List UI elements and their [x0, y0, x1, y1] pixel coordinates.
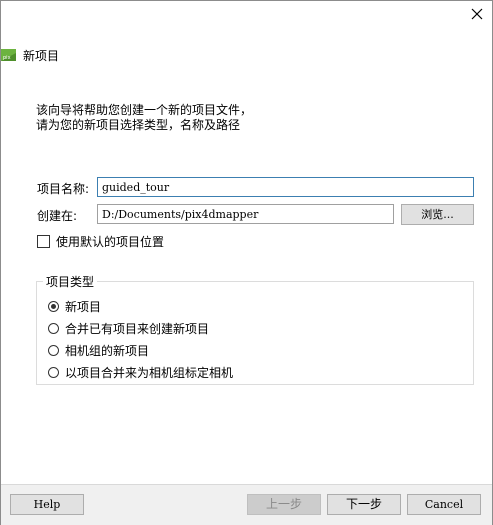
project-name-label: 项目名称: — [37, 182, 90, 196]
project-type-option-merge[interactable]: 合并已有项目来创建新项目 — [48, 320, 209, 337]
default-location-label: 使用默认的项目位置 — [56, 235, 165, 249]
default-location-checkbox[interactable] — [37, 235, 50, 248]
pix4d-app-icon: pix — [1, 47, 17, 63]
radio-button[interactable] — [48, 345, 59, 356]
location-label: 创建在: — [37, 209, 78, 223]
project-type-title: 项目类型 — [43, 273, 98, 290]
project-type-option-rig-calibration[interactable]: 以项目合并来为相机组标定相机 — [48, 364, 233, 381]
cancel-button[interactable]: Cancel — [407, 494, 481, 515]
intro-line-1: 该向导将帮助您创建一个新的项目文件， — [36, 103, 253, 117]
radio-label: 合并已有项目来创建新项目 — [65, 322, 210, 336]
dialog-footer: Help 上一步 下一步 Cancel — [1, 484, 492, 525]
wizard-title: 新项目 — [23, 48, 60, 63]
browse-button[interactable]: 浏览... — [401, 204, 474, 225]
radio-label: 相机组的新项目 — [65, 344, 150, 358]
radio-label: 以项目合并来为相机组标定相机 — [65, 366, 234, 380]
help-button[interactable]: Help — [10, 494, 84, 515]
intro-line-2: 请为您的新项目选择类型，名称及路径 — [36, 118, 241, 132]
wizard-header: pix 新项目 — [1, 46, 59, 64]
location-input[interactable] — [97, 204, 394, 224]
project-name-input[interactable] — [97, 177, 474, 197]
radio-button[interactable] — [48, 323, 59, 334]
project-type-option-camera-rig[interactable]: 相机组的新项目 — [48, 342, 149, 359]
radio-label: 新项目 — [65, 300, 102, 314]
project-type-group: 项目类型 新项目 合并已有项目来创建新项目 相机组的新项目 以项目合并来为相机组… — [36, 273, 474, 385]
new-project-dialog: pix 新项目 该向导将帮助您创建一个新的项目文件， 请为您的新项目选择类型，名… — [0, 0, 493, 525]
close-icon[interactable] — [468, 5, 486, 23]
radio-button[interactable] — [48, 367, 59, 378]
project-type-option-new[interactable]: 新项目 — [48, 298, 101, 315]
intro-text: 该向导将帮助您创建一个新的项目文件， 请为您的新项目选择类型，名称及路径 — [36, 103, 252, 133]
svg-text:pix: pix — [3, 55, 11, 61]
radio-button-checked[interactable] — [48, 301, 59, 312]
default-location-option[interactable]: 使用默认的项目位置 — [37, 233, 164, 250]
next-button[interactable]: 下一步 — [327, 494, 401, 515]
back-button[interactable]: 上一步 — [247, 494, 321, 515]
